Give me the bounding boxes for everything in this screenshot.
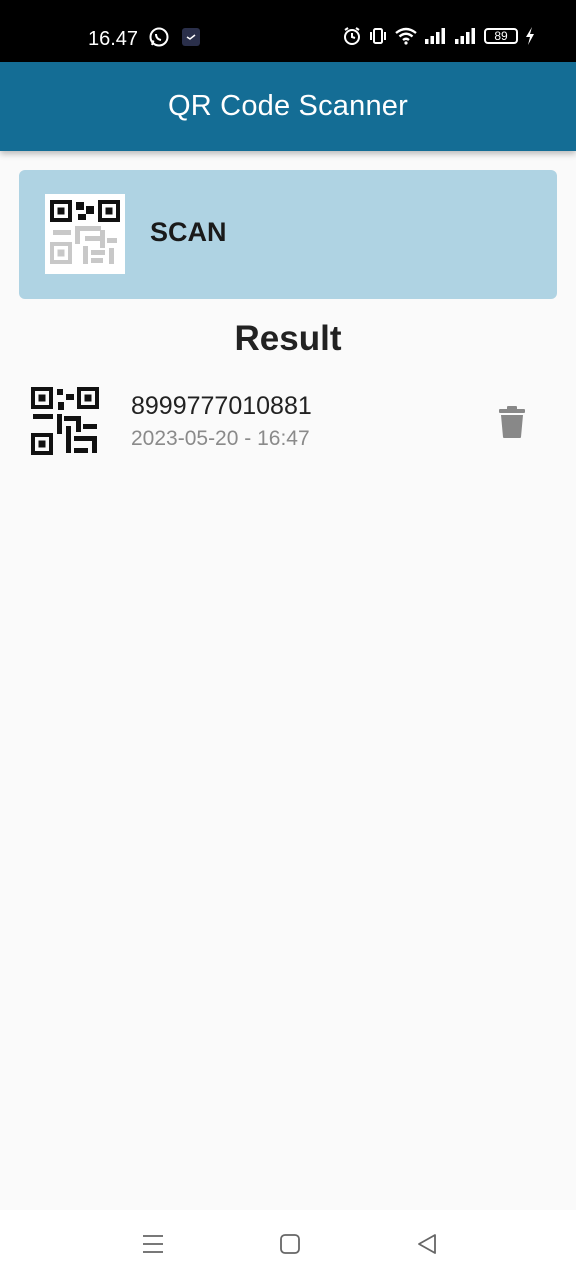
alarm-icon bbox=[344, 27, 360, 45]
whatsapp-icon bbox=[149, 27, 169, 47]
battery-level: 89 bbox=[494, 29, 508, 43]
vibrate-icon bbox=[370, 28, 386, 44]
status-right-icons: 89 bbox=[342, 26, 536, 46]
navigation-bar bbox=[0, 1210, 576, 1280]
wifi-icon bbox=[395, 27, 417, 45]
status-time: 16.47 bbox=[88, 28, 139, 50]
menu-icon[interactable] bbox=[142, 1232, 164, 1256]
home-icon[interactable] bbox=[279, 1232, 301, 1256]
status-left-icons bbox=[148, 26, 202, 48]
charging-icon bbox=[526, 27, 534, 45]
signal-icon bbox=[425, 28, 445, 44]
scan-label: SCAN bbox=[150, 217, 227, 247]
list-item[interactable]: 8999777010881 2023-05-20 - 16:47 bbox=[0, 376, 576, 466]
status-bar: 16.47 89 bbox=[0, 0, 576, 62]
qr-code-icon bbox=[45, 194, 125, 274]
battery-icon: 89 bbox=[484, 28, 518, 44]
app-title: QR Code Scanner bbox=[168, 90, 408, 122]
result-timestamp: 2023-05-20 - 16:47 bbox=[131, 427, 310, 450]
back-icon[interactable] bbox=[416, 1232, 438, 1256]
scan-button[interactable]: SCAN bbox=[19, 170, 557, 299]
signal-icon bbox=[455, 28, 475, 44]
delete-icon[interactable] bbox=[498, 405, 526, 439]
qr-code-icon bbox=[30, 386, 100, 456]
scan-thumbnail bbox=[45, 194, 125, 274]
result-heading: Result bbox=[234, 319, 342, 358]
app-bar: QR Code Scanner bbox=[0, 62, 576, 151]
notification-icon bbox=[182, 28, 200, 46]
result-value: 8999777010881 bbox=[131, 392, 312, 420]
